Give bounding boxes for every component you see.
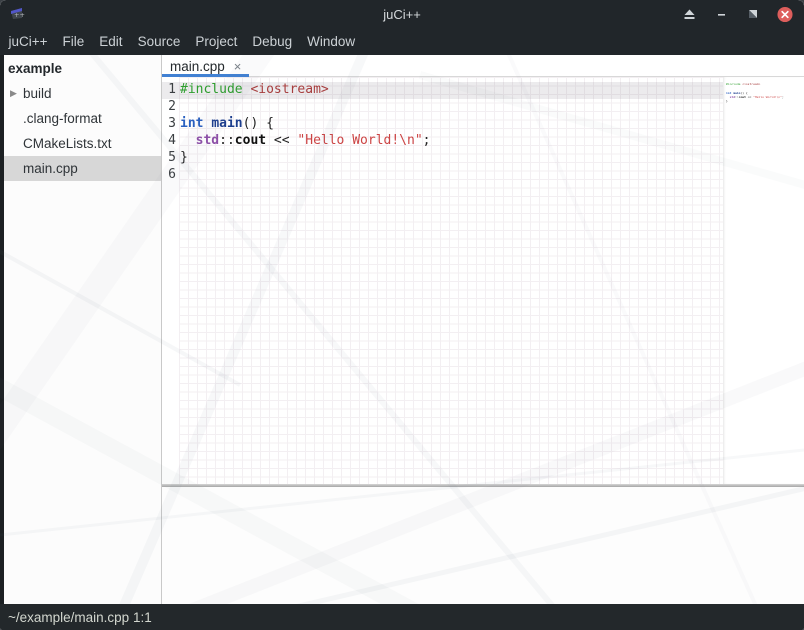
code-line: #include <iostream> — [180, 82, 430, 99]
source-minimap[interactable]: #include <iostream> int main() { std::co… — [723, 77, 800, 484]
code-line: int main() { — [180, 116, 430, 133]
code-line — [180, 167, 430, 184]
app-logo-icon: ++ — [8, 5, 26, 23]
file-tree: ▶build .clang-format CMakeLists.txt main.cp… — [4, 81, 161, 181]
main-pane: main.cpp × 1 2 3 4 5 6 #include <iostrea… — [162, 55, 804, 604]
tree-item-cmakelists-txt[interactable]: CMakeLists.txt — [4, 131, 161, 156]
menu-item-project[interactable]: Project — [188, 28, 245, 55]
status-bar: ~/example/main.cpp 1:1 — [0, 604, 804, 630]
tree-item-label: CMakeLists.txt — [23, 136, 112, 151]
menu-item-file[interactable]: File — [55, 28, 92, 55]
code-line — [180, 99, 430, 116]
menu-item-window[interactable]: Window — [300, 28, 363, 55]
file-tree-panel: example ▶build .clang-format CMakeLists.tx… — [4, 55, 161, 604]
tree-item-label: build — [23, 86, 52, 101]
code-line — [726, 103, 800, 107]
restore-icon — [747, 8, 759, 20]
output-panel[interactable] — [162, 487, 804, 604]
svg-text:++: ++ — [14, 11, 25, 19]
menu-bar: juCi++FileEditSourceProjectDebugWindow — [0, 28, 804, 55]
close-icon — [777, 6, 793, 23]
tree-item-main-cpp[interactable]: main.cpp — [4, 156, 161, 181]
tree-item-build[interactable]: ▶build — [4, 81, 161, 106]
juci-window: ++ juCi++ — [0, 0, 804, 630]
close-button[interactable] — [777, 6, 793, 22]
menu-item-edit[interactable]: Edit — [92, 28, 130, 55]
tree-item-label: .clang-format — [23, 111, 102, 126]
menu-item-debug[interactable]: Debug — [245, 28, 300, 55]
minimize-button[interactable] — [713, 6, 729, 22]
menu-item-juci[interactable]: juCi++ — [1, 28, 55, 55]
code-text[interactable]: #include <iostream> int main() { std::co… — [180, 82, 430, 183]
project-root-label: example — [4, 55, 161, 81]
code-line: std::cout << "Hello World!\n"; — [180, 133, 430, 150]
minimap-code: #include <iostream> int main() { std::co… — [726, 82, 800, 108]
eject-icon — [683, 8, 696, 21]
tab-close-icon[interactable]: × — [234, 60, 242, 73]
line-number-gutter: 1 2 3 4 5 6 — [162, 82, 176, 183]
tab-bar: main.cpp × — [162, 55, 804, 77]
keep-above-button[interactable] — [681, 6, 697, 22]
window-controls — [681, 0, 793, 28]
minimize-icon — [715, 8, 728, 21]
restore-button[interactable] — [745, 6, 761, 22]
code-line: } — [180, 150, 430, 167]
code-editor[interactable]: 1 2 3 4 5 6 #include <iostream> int main… — [162, 77, 804, 484]
tab-label: main.cpp — [170, 59, 225, 74]
tree-item-label: main.cpp — [23, 161, 78, 176]
menu-item-source[interactable]: Source — [130, 28, 188, 55]
status-path-and-position: ~/example/main.cpp 1:1 — [8, 610, 152, 625]
expander-arrow-icon[interactable]: ▶ — [10, 89, 23, 98]
title-bar: ++ juCi++ — [0, 0, 804, 28]
tree-item--clang-format[interactable]: .clang-format — [4, 106, 161, 131]
